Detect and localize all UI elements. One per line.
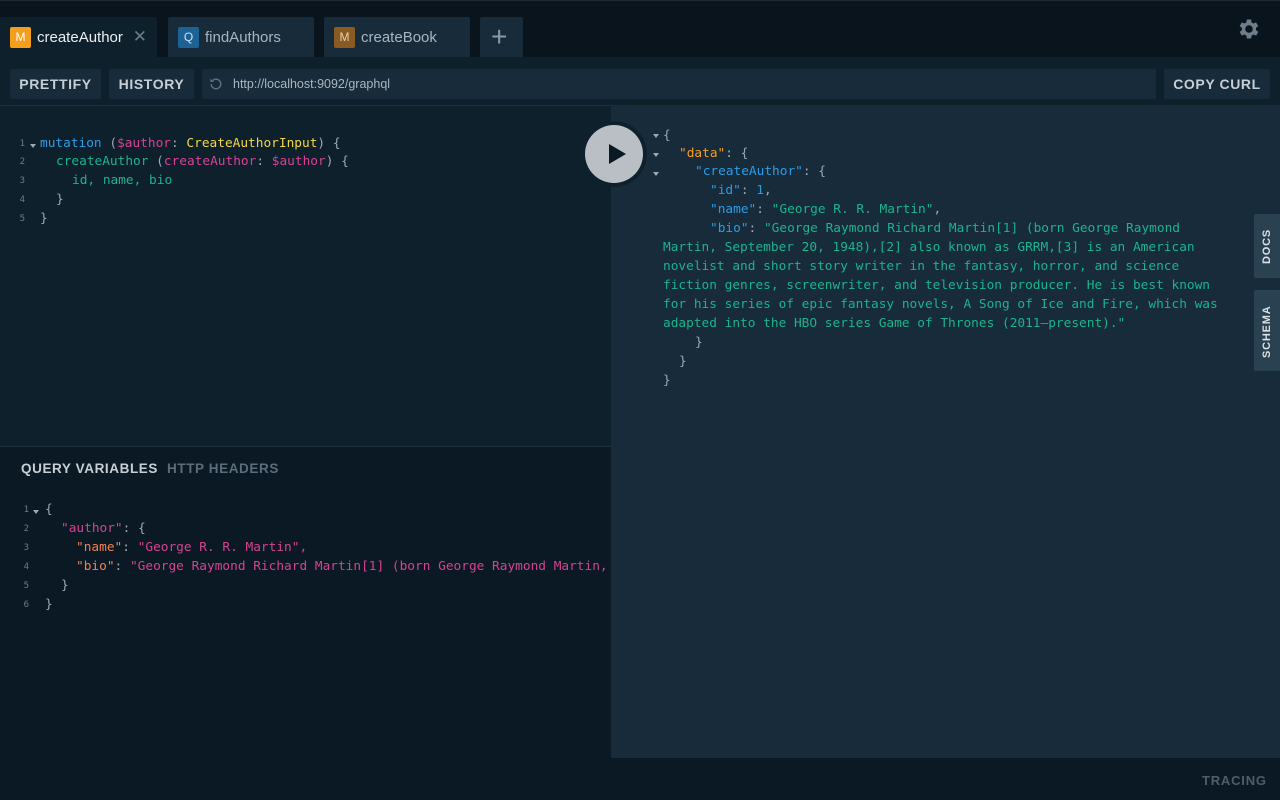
vars-close-brace: } — [45, 597, 53, 612]
result-createAuthor-line: "createAuthor": { — [695, 164, 826, 179]
query-badge: Q — [178, 27, 199, 48]
fold-arrow-icon[interactable] — [33, 510, 39, 514]
result-bio-wrap: for his series of epic fantasy novels, A… — [663, 297, 1218, 312]
fold-arrow-icon[interactable] — [653, 172, 659, 176]
result-close-brace: } — [679, 354, 687, 369]
play-icon — [609, 144, 626, 164]
tab-createAuthor[interactable]: M createAuthor ✕ — [0, 17, 157, 58]
schema-label: SCHEMA — [1261, 305, 1273, 358]
result-id-line: "id": 1, — [710, 183, 772, 198]
tab-title: createAuthor — [37, 29, 123, 46]
vars-close-brace: } — [61, 578, 69, 593]
query-line-1: mutation ($author: CreateAuthorInput) { — [40, 136, 341, 151]
docs-side-tab[interactable]: DOCS — [1254, 214, 1280, 278]
result-bio-wrap: Martin, September 20, 1948),[2] also kno… — [663, 240, 1195, 255]
mutation-badge: M — [10, 27, 31, 48]
vars-bio-line: "bio": "George Raymond Richard Martin[1]… — [76, 559, 608, 574]
result-data-line: "data": { — [679, 146, 749, 161]
fold-arrow-icon[interactable] — [653, 134, 659, 138]
tab-createBook[interactable]: M createBook — [324, 17, 470, 58]
query-editor[interactable]: 1 2 3 4 5 mutation ($author: CreateAutho… — [0, 105, 611, 446]
line-number: 5 — [23, 581, 29, 591]
query-line-4: } — [56, 192, 64, 207]
endpoint-url-input[interactable]: http://localhost:9092/graphql — [202, 69, 1156, 99]
vars-author-line: "author": { — [61, 521, 146, 536]
line-number: 1 — [23, 505, 29, 515]
line-number: 4 — [23, 562, 29, 572]
copy-curl-button[interactable]: COPY CURL — [1164, 69, 1270, 99]
footer-bar: TRACING — [0, 758, 1280, 800]
tab-title: findAuthors — [205, 29, 281, 46]
result-name-line: "name": "George R. R. Martin", — [710, 202, 942, 217]
tab-query-variables[interactable]: QUERY VARIABLES — [21, 461, 158, 476]
line-number: 3 — [23, 543, 29, 553]
close-icon[interactable]: ✕ — [133, 27, 147, 47]
tab-findAuthors[interactable]: Q findAuthors — [168, 17, 314, 58]
result-open-brace: { — [663, 128, 671, 143]
line-number: 2 — [23, 524, 29, 534]
result-close-brace: } — [695, 335, 703, 350]
tab-bar: M createAuthor ✕ Q findAuthors M createB… — [0, 0, 1280, 58]
line-number: 6 — [23, 600, 29, 610]
result-bio-wrap: novelist and short story writer in the f… — [663, 259, 1180, 274]
query-line-2: createAuthor (createAuthor: $author) { — [56, 154, 349, 169]
reload-icon[interactable] — [208, 76, 224, 92]
line-number: 5 — [19, 214, 25, 224]
result-pane: { "data": { "createAuthor": { "id": 1, "… — [611, 105, 1280, 758]
docs-label: DOCS — [1261, 229, 1273, 264]
result-close-brace: } — [663, 373, 671, 388]
vars-open-brace: { — [45, 502, 53, 517]
add-tab-button[interactable]: + — [480, 17, 523, 58]
run-query-button[interactable] — [581, 121, 647, 187]
tab-title: createBook — [361, 29, 437, 46]
fold-arrow-icon[interactable] — [30, 144, 36, 148]
schema-side-tab[interactable]: SCHEMA — [1254, 290, 1280, 371]
result-bio-wrap: adapted into the HBO series Game of Thro… — [663, 316, 1126, 331]
plus-icon: + — [491, 21, 508, 52]
line-number: 2 — [19, 157, 25, 167]
prettify-button[interactable]: PRETTIFY — [10, 69, 101, 99]
tracing-button[interactable]: TRACING — [1202, 773, 1267, 788]
settings-gear-icon[interactable] — [1236, 16, 1262, 42]
tab-http-headers[interactable]: HTTP HEADERS — [167, 461, 279, 476]
fold-arrow-icon[interactable] — [653, 153, 659, 157]
vars-name-line: "name": "George R. R. Martin", — [76, 540, 308, 555]
mutation-badge: M — [334, 27, 355, 48]
endpoint-url-text: http://localhost:9092/graphql — [233, 77, 391, 91]
result-bio-line: "bio": "George Raymond Richard Martin[1]… — [710, 221, 1180, 236]
query-line-5: } — [40, 211, 48, 226]
line-number: 3 — [19, 176, 25, 186]
toolbar: PRETTIFY HISTORY http://localhost:9092/g… — [0, 57, 1280, 105]
variables-pane: QUERY VARIABLES HTTP HEADERS 1 2 3 4 5 6… — [0, 446, 611, 758]
result-bio-wrap: fiction genres, screenwriter, and televi… — [663, 278, 1211, 293]
line-number: 4 — [19, 195, 25, 205]
line-number: 1 — [19, 139, 25, 149]
query-line-3: id, name, bio — [72, 173, 173, 188]
history-button[interactable]: HISTORY — [109, 69, 194, 99]
